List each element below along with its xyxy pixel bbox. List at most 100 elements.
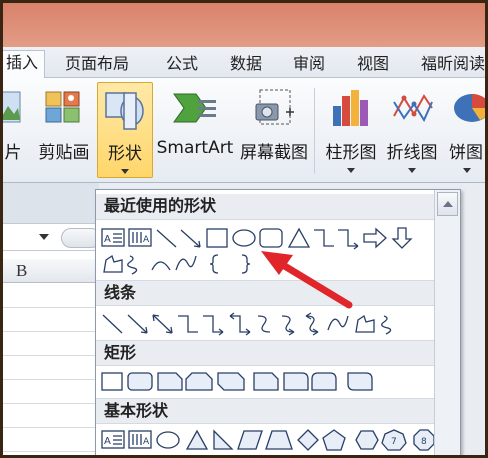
scribble-shape-icon [381, 315, 392, 335]
pie-chart-label: 饼图 [449, 143, 483, 163]
pie-chart-button[interactable]: 饼图 [443, 82, 485, 178]
pentagon-shape-icon [322, 429, 346, 451]
screenshot-button[interactable]: 屏幕截图 [236, 82, 312, 178]
tab-insert[interactable]: 插入 [3, 50, 46, 79]
snip-same-side-corner-rectangle-shape-icon [185, 372, 213, 391]
picture-button[interactable]: 片 [3, 82, 27, 178]
svg-text:A: A [104, 436, 111, 447]
ribbon-group-divider [314, 88, 315, 174]
diamond-shape-icon [297, 429, 319, 451]
elbow-connector-shape-icon [314, 229, 334, 247]
svg-text:A: A [143, 235, 150, 245]
shapes-gallery-panel: 最近使用的形状 A A 线条 矩形 基本形状 A A 7 8 [95, 189, 461, 455]
column-chart-dropdown-caret [347, 168, 355, 173]
double-arrow-line-shape-icon [152, 314, 173, 334]
line-shape-icon [102, 314, 123, 334]
right-arrow-shape-icon [363, 227, 387, 249]
isosceles-triangle-shape-icon [185, 429, 209, 450]
trapezoid-shape-icon [265, 430, 293, 450]
snip-single-corner-rectangle-shape-icon [157, 372, 183, 391]
recent-shapes-row-2 [100, 252, 300, 276]
elbow-double-arrow-connector-shape-icon [229, 312, 251, 336]
elbow-arrow-connector-shape-icon [338, 229, 359, 250]
smartart-label: SmartArt [156, 138, 234, 158]
arc-shape-icon [151, 261, 171, 271]
column-chart-icon [333, 90, 368, 126]
tab-page-layout[interactable]: 页面布局 [65, 52, 129, 78]
recent-shapes-row-1: A A [100, 226, 436, 250]
section-lines: 线条 [96, 280, 434, 306]
shapes-dropdown-caret [121, 169, 129, 174]
column-chart-label: 柱形图 [325, 143, 377, 163]
left-brace-shape-icon [209, 254, 219, 274]
grid-row-line [3, 451, 95, 452]
gallery-scrollbar[interactable] [434, 190, 460, 455]
grid-row-line [3, 331, 95, 332]
pie-chart-dropdown-caret [463, 168, 471, 173]
freeform-shape-icon [355, 314, 375, 333]
rectangle-shape-icon [206, 228, 228, 248]
rectangle-shape-icon [101, 372, 123, 391]
line-chart-dropdown-caret [408, 168, 416, 173]
clipart-button[interactable]: 剪贴画 [33, 82, 95, 178]
clipart-label: 剪贴画 [38, 143, 90, 163]
column-header-label: B [16, 261, 28, 280]
svg-text:8: 8 [421, 437, 427, 447]
tab-data[interactable]: 数据 [230, 52, 262, 78]
grid-row-line [3, 403, 95, 404]
shapes-button[interactable]: 形状 [97, 82, 153, 178]
tab-view[interactable]: 视图 [357, 52, 389, 78]
grid-row-line [3, 307, 95, 308]
curved-double-arrow-connector-shape-icon [305, 312, 319, 336]
elbow-connector-shape-icon [178, 315, 198, 333]
curve-shape-icon [175, 255, 197, 271]
arrow-line-shape-icon [127, 314, 148, 334]
vertical-textbox-shape-icon: A [128, 430, 152, 449]
oval-shape-icon [232, 229, 256, 247]
shapes-icon [105, 92, 144, 130]
line-chart-label: 折线图 [386, 143, 438, 163]
name-box-dropdown-icon[interactable] [39, 234, 49, 240]
smartart-icon [173, 93, 216, 123]
right-triangle-shape-icon [213, 429, 234, 450]
freeform-shape-icon [103, 254, 123, 273]
title-bar [3, 3, 485, 47]
tab-formulas[interactable]: 公式 [166, 52, 198, 78]
octagon-shape-icon: 8 [413, 429, 435, 451]
ribbon: 片 剪贴画 形状 SmartArt 屏幕截图 柱形图 折线图 饼图 [3, 78, 485, 183]
tab-foxit-reader[interactable]: 福昕阅读 [421, 52, 485, 78]
shapes-label: 形状 [108, 144, 142, 164]
svg-text:7: 7 [391, 437, 397, 447]
column-chart-button[interactable]: 柱形图 [321, 82, 381, 178]
curved-arrow-connector-shape-icon [281, 315, 295, 336]
section-rectangles: 矩形 [96, 340, 434, 366]
screenshot-label: 屏幕截图 [240, 143, 308, 163]
column-header-b[interactable]: B [3, 259, 95, 283]
elbow-arrow-connector-shape-icon [203, 315, 224, 336]
picture-label: 片 [4, 143, 22, 163]
pie-chart-icon [454, 94, 485, 122]
arrow-line-shape-icon [180, 229, 201, 248]
round-single-corner-rectangle-shape-icon [283, 372, 309, 391]
basic-shapes-row: A A 7 8 [100, 428, 436, 452]
rounded-rectangle-shape-icon [259, 228, 283, 248]
oval-shape-icon [156, 431, 180, 449]
smartart-button[interactable]: SmartArt [154, 82, 236, 178]
section-recent-shapes: 最近使用的形状 [96, 194, 434, 220]
screenshot-frame: 插入 页面布局 公式 数据 审阅 视图 福昕阅读 片 剪贴画 形状 SmartA… [0, 0, 488, 458]
line-chart-icon [393, 94, 433, 123]
snip-diagonal-corner-rectangle-shape-icon [217, 372, 245, 391]
name-box-area [3, 223, 101, 251]
line-shape-icon [156, 229, 177, 248]
triangle-shape-icon [287, 227, 311, 248]
scroll-up-button[interactable] [437, 192, 458, 216]
scribble-shape-icon [127, 255, 138, 275]
svg-text:A: A [143, 437, 150, 447]
picture-icon [3, 91, 21, 123]
vertical-textbox-shape-icon: A [128, 228, 152, 247]
screenshot-icon [255, 89, 294, 125]
hexagon-shape-icon [355, 430, 379, 450]
tab-review[interactable]: 审阅 [293, 52, 325, 78]
round-diagonal-corner-rectangle-shape-icon [347, 372, 373, 391]
line-chart-button[interactable]: 折线图 [382, 82, 442, 178]
